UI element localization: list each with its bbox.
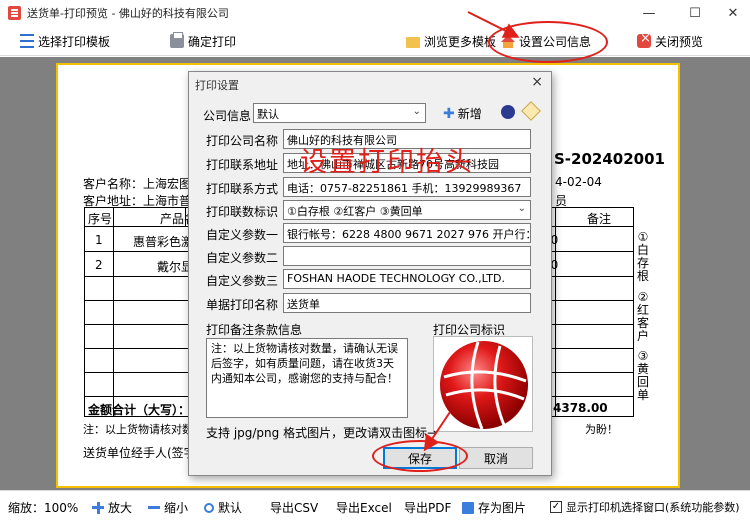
magnifier-icon	[204, 502, 214, 513]
company-info-label: 公司信息	[203, 109, 252, 123]
copy-red-label: ②红客户	[636, 290, 649, 343]
dialog-title: 打印设置	[195, 79, 239, 92]
show-printer-window-toggle[interactable]: ✓ 显示打印机选择窗口(系统功能参数)	[550, 499, 740, 515]
checkbox[interactable]: ✓	[550, 501, 562, 513]
maximize-button[interactable]: ☐	[678, 0, 712, 26]
back-icon[interactable]	[501, 105, 515, 119]
logo-hint: 支持 jpg/png 格式图片，更改请双击图标→	[206, 426, 438, 440]
plus-icon: ✚	[443, 105, 455, 122]
chevron-down-icon: ⌄	[412, 106, 421, 117]
plus-icon	[92, 501, 104, 514]
globe-logo-icon	[440, 341, 528, 430]
cancel-button[interactable]: 取消	[459, 447, 533, 469]
browse-templates-label: 浏览更多模板	[424, 34, 497, 49]
remark-textarea[interactable]: 注：以上货物请核对数量，请确认无误后签字，如有质量问题，请在收货3天内通知本公司…	[206, 338, 408, 418]
field-label-company-name: 打印公司名称	[206, 134, 279, 148]
copies-selected-value: ①白存根 ②红客户 ③黄回单	[287, 205, 423, 218]
note-left: 注：以上货物请核对数	[83, 423, 193, 436]
annotation-ellipse-save	[372, 440, 468, 472]
export-pdf-button[interactable]: 导出PDF	[404, 499, 451, 516]
header-remark: 备注	[587, 212, 612, 226]
chevron-down-icon: ⌄	[517, 203, 526, 214]
confirm-print-label: 确定打印	[188, 34, 237, 49]
save-icon	[462, 501, 474, 514]
field-label-copies: 打印联数标识	[206, 205, 279, 219]
company-logo[interactable]	[433, 336, 533, 432]
zoom-in-button[interactable]: 放大	[92, 499, 132, 516]
status-bar: 缩放：100% 放大 缩小 默认 导出CSV 导出Excel 导出PDF 存为图…	[0, 490, 750, 520]
copy-white-label: ①白存根	[636, 230, 649, 283]
export-excel-button[interactable]: 导出Excel	[336, 499, 392, 516]
export-csv-label: 导出CSV	[270, 501, 319, 515]
note-right: 为盼！	[585, 423, 618, 436]
field-label-doc-name: 单据打印名称	[206, 298, 279, 312]
select-template-button[interactable]: 选择打印模板	[20, 32, 110, 50]
copy-yellow-label: ③黄回单	[636, 349, 649, 402]
show-printer-window-label: 显示打印机选择窗口(系统功能参数)	[566, 501, 740, 514]
close-preview-button[interactable]: 关闭预览	[637, 31, 704, 50]
annotation-text: 设置打印抬头	[300, 147, 474, 178]
add-company-button[interactable]: ✚ 新增	[443, 105, 482, 122]
date-fragment: 4-02-04	[555, 175, 602, 189]
default-zoom-label: 默认	[218, 501, 243, 515]
doc-name-input[interactable]: 送货单	[283, 293, 531, 313]
app-icon	[8, 6, 21, 20]
print-settings-dialog: 打印设置 × 公司信息 默认 ⌄ ✚ 新增 打印公司名称 佛山好的科技有限公司 …	[188, 71, 552, 476]
field-label-address: 打印联系地址	[206, 158, 279, 172]
zoom-out-label: 缩小	[164, 501, 189, 515]
row1-name: 惠普彩色激	[133, 235, 194, 249]
customer-name-label: 客户名称：上海宏图	[83, 177, 192, 191]
param3-input[interactable]: FOSHAN HAODE TECHNOLOGY CO.,LTD.	[283, 269, 531, 289]
annotation-ellipse-toolbar	[488, 21, 608, 63]
param1-input[interactable]: 银行帐号：6228 4800 9671 2027 976 开户行：中	[283, 223, 531, 243]
select-template-label: 选择打印模板	[38, 34, 111, 49]
folder-icon	[406, 36, 420, 48]
zoom-out-button[interactable]: 缩小	[148, 499, 188, 516]
zoom-level: 缩放：100%	[8, 501, 79, 515]
zoom-in-label: 放大	[108, 501, 133, 515]
field-label-param2: 自定义参数二	[206, 251, 279, 265]
close-window-button[interactable]: ✕	[716, 0, 750, 26]
field-label-contact: 打印联系方式	[206, 182, 279, 196]
remark-label: 打印备注条款信息	[206, 323, 303, 337]
close-icon	[637, 31, 651, 48]
field-label-param1: 自定义参数一	[206, 228, 279, 242]
field-label-param3: 自定义参数三	[206, 274, 279, 288]
window-title: 送货单-打印预览 - 佛山好的科技有限公司	[27, 7, 229, 20]
minimize-button[interactable]: —	[632, 0, 666, 26]
default-zoom-button[interactable]: 默认	[204, 499, 242, 516]
add-company-label: 新增	[457, 107, 482, 121]
export-csv-button[interactable]: 导出CSV	[270, 499, 318, 516]
settings-icon[interactable]	[521, 101, 541, 121]
signer-label: 送货单位经手人(签字	[83, 446, 196, 460]
row2-no: 2	[95, 258, 103, 272]
list-icon	[20, 34, 34, 48]
company-select[interactable]: 默认 ⌄	[253, 103, 426, 123]
total-label: 金额合计（大写）：肆	[88, 403, 203, 417]
browse-templates-button[interactable]: 浏览更多模板	[406, 32, 496, 50]
confirm-print-button[interactable]: 确定打印	[170, 32, 236, 50]
close-preview-label: 关闭预览	[655, 34, 704, 49]
save-image-label: 存为图片	[478, 501, 527, 515]
export-excel-label: 导出Excel	[336, 501, 392, 515]
toolbar: 选择打印模板 确定打印 浏览更多模板 设置公司信息 关闭预览	[0, 26, 750, 56]
total-value: 4378.00	[553, 401, 608, 415]
export-pdf-label: 导出PDF	[404, 501, 452, 515]
doc-number-fragment: S-202402001	[554, 150, 665, 168]
save-image-button[interactable]: 存为图片	[462, 499, 526, 516]
dialog-close-button[interactable]: ×	[531, 74, 543, 90]
row1-no: 1	[95, 233, 103, 247]
company-selected-value: 默认	[257, 108, 279, 121]
param2-input[interactable]	[283, 246, 531, 266]
header-seq: 序号	[88, 212, 113, 226]
copies-select[interactable]: ①白存根 ②红客户 ③黄回单 ⌄	[283, 200, 531, 220]
printer-icon	[170, 32, 184, 48]
title-bar: 送货单-打印预览 - 佛山好的科技有限公司 — ☐ ✕	[0, 0, 750, 26]
minus-icon	[148, 501, 160, 514]
contact-input[interactable]: 电话：0757-82251861 手机：13929989367	[283, 177, 531, 197]
